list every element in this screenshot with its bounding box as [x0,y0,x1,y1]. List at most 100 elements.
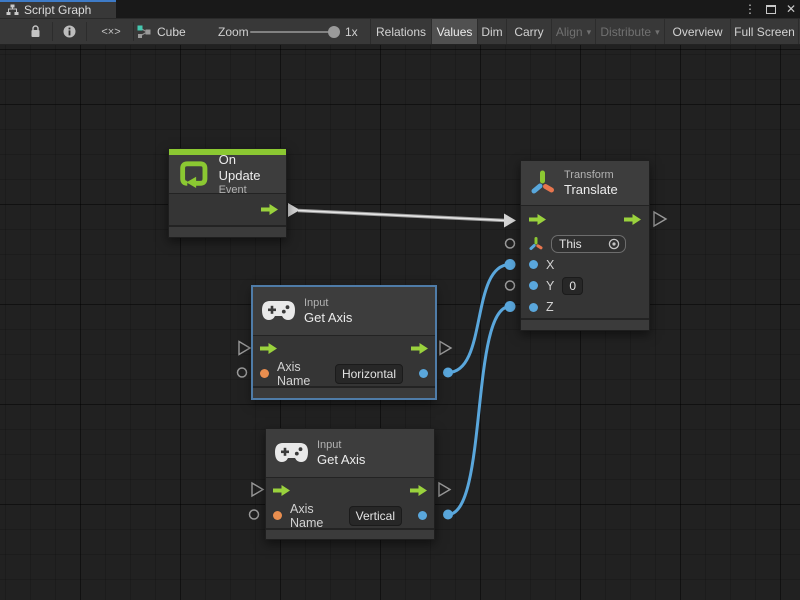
toolbar-button-align[interactable]: Align ▾ [551,19,595,44]
graph-canvas[interactable]: On Update Event [0,45,800,600]
node-footer [266,530,434,539]
get-axis-v-axisname-port[interactable] [250,510,259,519]
flow-row [266,478,434,503]
lock-icon [30,25,41,38]
translate-flow-in-port-connected[interactable] [504,214,516,228]
flow-row [169,194,286,225]
gamepad-icon [275,443,308,463]
y-port-icon[interactable] [529,281,538,290]
axisname-port-icon[interactable] [273,511,282,520]
window-menu-button[interactable]: ⋮ [744,0,756,18]
flow-out-arrow-icon[interactable] [411,343,428,354]
code-preview-button[interactable]: <×> [96,19,126,44]
get-axis-v-flow-in-port[interactable] [252,483,263,496]
breadcrumb-label: Cube [157,25,186,39]
button-label: Carry [514,25,543,39]
value-wire-horizontal-to-x [448,265,510,373]
translate-y-port[interactable] [506,281,515,290]
get-axis-h-result-port-connected[interactable] [443,368,453,378]
y-value-field[interactable]: 0 [562,277,583,295]
flow-in-arrow-icon[interactable] [260,343,277,354]
axisname-value-field[interactable]: Vertical [349,506,402,526]
result-port-icon[interactable] [418,511,427,520]
node-get-axis-vertical[interactable]: Input Get Axis Axis Name Vertical [265,428,435,540]
tab-script-graph[interactable]: Script Graph [0,0,116,18]
node-category: Input [317,439,365,452]
info-button[interactable] [58,19,80,44]
flow-out-arrow-icon[interactable] [261,204,278,215]
toolbar-separator [133,22,134,41]
node-get-axis-horizontal[interactable]: Input Get Axis Axis Name Horizontal [252,286,436,399]
port-label-z: Z [546,300,554,314]
flow-out-arrow-icon[interactable] [624,214,641,225]
maximize-button[interactable] [766,5,776,14]
translate-flow-out-port[interactable] [654,212,666,226]
axis-name-row: Axis Name Vertical [266,503,434,528]
toolbar-button-fullscreen[interactable]: Full Screen [730,19,799,44]
zoom-slider-track[interactable] [250,31,338,33]
button-label: Align [556,25,583,39]
close-button[interactable]: ✕ [786,0,796,18]
flow-out-arrow-icon[interactable] [410,485,427,496]
flow-wire-core [298,211,506,221]
node-title: Get Axis [304,310,352,326]
chevron-down-icon: ▾ [655,27,660,38]
toolbar-button-relations[interactable]: Relations [370,19,431,44]
object-picker-icon[interactable] [608,238,620,250]
graph-breadcrumb-icon [137,25,151,39]
node-translate[interactable]: Transform Translate [520,160,650,331]
translate-target-port[interactable] [506,239,515,248]
get-axis-v-result-port-connected[interactable] [443,510,453,520]
axis-name-row: Axis Name Horizontal [253,361,435,386]
node-body: Axis Name Vertical [266,478,434,528]
axisname-port-icon[interactable] [260,369,269,378]
get-axis-h-axisname-port[interactable] [238,368,247,377]
get-axis-h-flow-in-port[interactable] [239,342,250,355]
axisname-label: Axis Name [290,502,341,530]
button-label: Full Screen [734,25,795,39]
node-title: Get Axis [317,452,365,468]
translate-z-port-connected[interactable] [505,301,516,312]
button-label: Values [437,25,473,39]
toolbar-button-dim[interactable]: Dim [477,19,506,44]
node-on-update[interactable]: On Update Event [168,148,287,238]
input-row-z: Z [521,296,649,318]
button-label: Distribute [600,25,651,39]
node-footer [253,388,435,398]
tab-label: Script Graph [24,3,91,17]
result-port-icon[interactable] [419,369,428,378]
zoom-slider-handle[interactable] [328,26,340,38]
toolbar-button-overview[interactable]: Overview [664,19,730,44]
toolbar-separator [52,22,53,41]
target-object-field[interactable]: This [551,235,626,253]
get-axis-v-flow-out-port[interactable] [439,483,450,496]
script-graph-window: Script Graph ⋮ ✕ <×> [0,0,800,600]
z-port-icon[interactable] [529,303,538,312]
flow-in-arrow-icon[interactable] [529,214,546,225]
translate-x-port-connected[interactable] [505,259,516,270]
button-label: Overview [672,25,722,39]
toolbar-button-values[interactable]: Values [431,19,477,44]
node-category: Transform [564,169,618,182]
input-row-y: Y 0 [521,275,649,296]
x-port-icon[interactable] [529,260,538,269]
node-header: On Update Event [169,155,286,193]
toolbar-button-carry[interactable]: Carry [506,19,551,44]
zoom-label: Zoom [218,19,249,44]
toolbar-button-distribute[interactable]: Distribute ▾ [595,19,664,44]
node-header: Input Get Axis [266,429,434,477]
breadcrumb[interactable]: Cube [137,19,186,44]
flow-row [253,336,435,361]
port-label-x: X [546,258,554,272]
input-row-x: X [521,255,649,276]
axisname-value-field[interactable]: Horizontal [335,364,403,384]
button-label: Relations [376,25,426,39]
flow-in-arrow-icon[interactable] [273,485,290,496]
get-axis-h-flow-out-port[interactable] [440,342,451,355]
transform-icon [530,170,555,196]
code-icon: <×> [101,26,120,38]
node-footer [169,227,286,237]
node-header: Input Get Axis [253,287,435,335]
gamepad-icon [262,301,295,321]
lock-button[interactable] [24,19,46,44]
